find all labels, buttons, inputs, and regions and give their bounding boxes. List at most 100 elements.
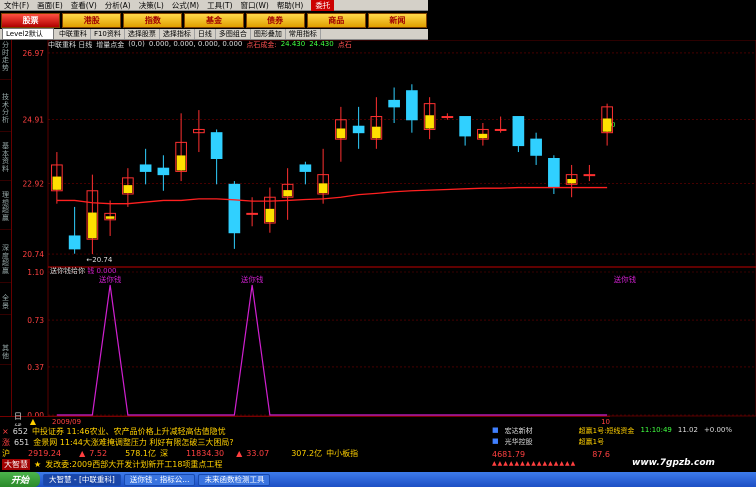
chart-indicator-name: 增量点金 — [96, 41, 125, 49]
toolbar-overlay[interactable]: 图形叠加 — [251, 29, 286, 39]
nav-commodities[interactable]: 商品 — [306, 13, 366, 28]
nav-funds[interactable]: 基金 — [184, 13, 244, 28]
sz-price: 11834.30 — [185, 449, 225, 458]
toolbar-select-indicator[interactable]: 选择指标 — [160, 29, 195, 39]
candle-up-fill — [425, 115, 434, 129]
chart-level-3: 点石 — [337, 41, 352, 49]
candle-down — [512, 116, 525, 147]
right-stock-code: 超赢1号 — [578, 438, 605, 446]
menu-edit[interactable]: 画面(E) — [33, 0, 67, 11]
chart-level-2: 24.430 — [309, 40, 334, 48]
task-indicator-formula[interactable]: 送你钱 - 指标公... — [123, 473, 196, 486]
right-row[interactable]: ■ 宏达新材 超赢1号:短线资金 11:10:49 11.02 +0.00% — [492, 426, 732, 437]
right-row[interactable]: ■ 光华控股 超赢1号 — [492, 437, 604, 448]
chart-info-bar: 中联重科 日线 增量点金 (0,0) 0.000, 0.000, 0.000, … — [48, 40, 428, 50]
indicator-series: 送你钱 送你钱 送你钱 — [56, 274, 637, 416]
chart-grid — [47, 40, 756, 417]
menu-window[interactable]: 窗口(W) — [237, 0, 273, 11]
right-stock-name: 光华控股 — [504, 438, 533, 446]
candle-up — [494, 128, 507, 131]
right-v1: 11.02 — [677, 426, 698, 434]
sh-price: 2919.24 — [28, 449, 62, 458]
indicator-tick-label: 0.37 — [27, 363, 44, 372]
sz-amount: 307.2亿 — [291, 449, 323, 458]
ticker-close-icon[interactable]: × — [2, 427, 9, 436]
right-price-2: 87.6 — [592, 450, 610, 459]
chart-level-1: 24.430 — [280, 40, 306, 48]
menu-analysis[interactable]: 分析(A) — [101, 0, 135, 11]
right-stock-name: 宏达新材 — [504, 427, 533, 435]
sh-amount: 578.1亿 — [125, 449, 156, 458]
candle-up-fill — [318, 183, 328, 193]
price-tick-label: 20.74 — [23, 250, 45, 259]
chart-toolbar: Level2默认 中联重科 F10资料 选择股票 选择指标 日线 多图组合 图形… — [0, 28, 428, 40]
nav-bar: 股票 港股 指数 基金 债券 商品 新闻 — [0, 12, 428, 29]
menu-decision[interactable]: 决策(L) — [135, 0, 168, 11]
nav-hk-stocks[interactable]: 港股 — [62, 13, 122, 28]
brand-label: 大智慧 — [2, 459, 30, 470]
candle-up-fill — [52, 176, 62, 190]
menu-formula[interactable]: 公式(M) — [168, 0, 203, 11]
indicator-line — [56, 284, 608, 416]
candle-down — [352, 125, 365, 134]
right-v2: +0.00% — [703, 426, 733, 434]
star-icon: ★ — [34, 460, 42, 469]
moving-average-line — [56, 186, 608, 205]
candle-down — [68, 235, 81, 250]
menu-view[interactable]: 查看(V) — [67, 0, 101, 11]
candle-up — [246, 212, 258, 215]
sh-change: 7.52 — [89, 449, 108, 458]
indicator-suffix: 钱 — [87, 267, 95, 275]
candle-down — [139, 164, 152, 172]
desktop-background — [428, 0, 756, 40]
ticker-code: 652 — [12, 427, 28, 436]
candle-up-fill — [283, 190, 292, 197]
candle-up-fill — [105, 216, 115, 219]
period-arrow-icon[interactable]: ▲ — [30, 417, 36, 426]
sh-label: 沪 — [2, 449, 10, 458]
indicator-label: 送你钱给你 钱 0.000 — [50, 266, 117, 276]
indicator-tick-label: 1.10 — [27, 268, 44, 277]
nav-stocks[interactable]: 股票 — [1, 13, 61, 28]
candle-up — [583, 174, 596, 177]
right-time: 11:10:49 — [640, 426, 672, 434]
toolbar-f10[interactable]: F10资料 — [91, 29, 125, 39]
toolbar-multi-chart[interactable]: 多图组合 — [216, 29, 251, 39]
right-stock-code: 超赢1号:短线资金 — [578, 427, 635, 435]
candle-up-fill — [602, 118, 612, 132]
ticker-text: 金景网 11:44大涨难掩调整压力 利好有限怎破三大困局? — [33, 438, 234, 447]
candle-up-fill — [478, 133, 488, 139]
toolbar-period[interactable]: 日线 — [195, 29, 216, 39]
menu-file[interactable]: 文件(F) — [0, 0, 33, 11]
nav-index[interactable]: 指数 — [123, 13, 183, 28]
menu-help[interactable]: 帮助(H) — [273, 0, 308, 11]
indicator-peak-label: 送你钱 — [614, 274, 637, 284]
candle-up-fill — [567, 178, 576, 184]
toolbar-select-stock[interactable]: 选择股票 — [125, 29, 160, 39]
candle-up — [441, 116, 454, 119]
start-button[interactable]: 开始 — [0, 472, 40, 487]
mini-bars: ▲▲▲▲▲▲▲▲▲▲▲▲▲▲▲ — [492, 460, 577, 467]
menu-trade-button[interactable]: 委托 — [311, 0, 335, 11]
candle-up-fill — [265, 208, 275, 223]
headline-text: 发改委:2009西部大开发计划新开工18项重点工程 — [45, 460, 223, 469]
sz-label: 深 — [159, 449, 168, 458]
menu-tools[interactable]: 工具(T) — [203, 0, 236, 11]
toolbar-common-indicators[interactable]: 常用指标 — [286, 29, 321, 39]
candle-up-fill — [336, 128, 346, 139]
candle-down — [228, 183, 241, 234]
task-dazhihui[interactable]: 大智慧 - [中联重科] — [43, 473, 121, 486]
kline-chart[interactable]: 26.9724.9122.9220.74←20.740 送你钱 送你钱 送你钱 1.… — [0, 40, 756, 420]
candle-up-fill — [123, 185, 133, 193]
indicator-value: 0.000 — [96, 267, 117, 275]
level2-selector[interactable]: Level2默认 — [2, 28, 54, 40]
toolbar-stock-name[interactable]: 中联重科 — [56, 29, 91, 39]
task-future-function-tool[interactable]: 未来函数检测工具 — [198, 473, 271, 486]
nav-news[interactable]: 新闻 — [367, 13, 427, 28]
candle-down — [530, 138, 542, 156]
candle-up-fill — [88, 212, 97, 239]
nav-bonds[interactable]: 债券 — [245, 13, 305, 28]
right-edge-marker: 0 — [611, 121, 615, 129]
watermark: www.7gpzb.com — [632, 458, 715, 468]
chart-indicator-values: 0.000, 0.000, 0.000, 0.000 — [148, 40, 243, 48]
